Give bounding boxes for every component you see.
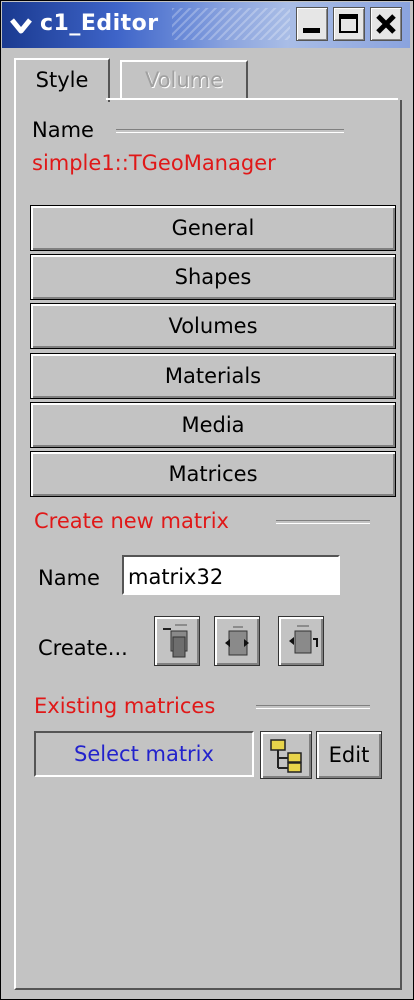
window-title: c1_Editor [40, 11, 159, 36]
create-matrix-divider [276, 520, 370, 524]
tree-browser-icon [270, 739, 302, 773]
create-rotation-button[interactable] [214, 616, 260, 666]
select-matrix-field[interactable]: Select matrix [34, 731, 254, 777]
close-icon [376, 14, 396, 34]
general-button[interactable]: General [30, 205, 396, 251]
existing-matrices-divider [256, 705, 370, 709]
matrix-name-label: Name [38, 566, 100, 590]
matrix-name-input[interactable]: matrix32 [122, 555, 340, 595]
create-combi-button[interactable] [278, 616, 324, 666]
minimize-icon [303, 28, 320, 33]
maximize-button[interactable] [333, 7, 365, 41]
tab-style[interactable]: Style [14, 58, 110, 102]
minimize-button[interactable] [296, 7, 328, 41]
name-section-label: Name [32, 118, 94, 142]
volumes-button[interactable]: Volumes [30, 303, 396, 349]
object-name: simple1::TGeoManager [32, 151, 276, 175]
browse-matrices-button[interactable] [260, 731, 312, 779]
window-menu-icon[interactable] [10, 14, 32, 36]
edit-matrix-button[interactable]: Edit [316, 731, 382, 779]
create-matrix-heading: Create new matrix [34, 509, 229, 533]
title-bar-hatch [172, 8, 290, 40]
maximize-icon [339, 14, 358, 33]
create-translation-button[interactable] [154, 616, 200, 666]
shapes-button[interactable]: Shapes [30, 254, 396, 300]
existing-matrices-heading: Existing matrices [34, 694, 216, 718]
tab-volume[interactable]: Volume [120, 60, 248, 98]
translation-icon [163, 624, 188, 658]
matrices-button[interactable]: Matrices [30, 451, 396, 497]
media-button[interactable]: Media [30, 402, 396, 448]
materials-button[interactable]: Materials [30, 353, 396, 399]
name-section-divider [116, 129, 344, 133]
close-button[interactable] [370, 7, 402, 41]
create-label: Create... [38, 636, 128, 660]
rotation-icon [225, 626, 249, 656]
combi-transformation-icon [289, 625, 318, 654]
